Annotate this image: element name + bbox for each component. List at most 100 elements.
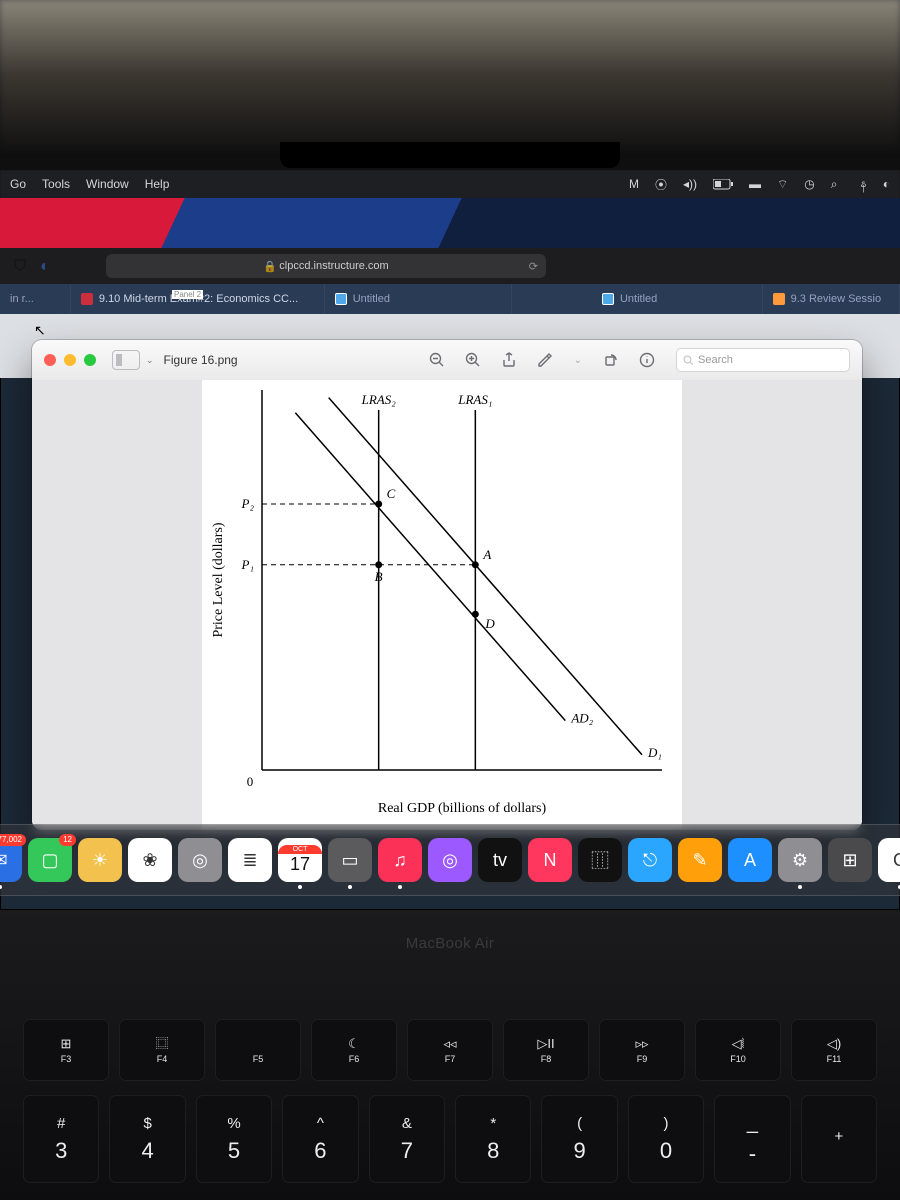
search-input[interactable]: Search — [676, 348, 850, 372]
key-f4[interactable]: ⿴ F4 — [120, 1020, 204, 1080]
key-+[interactable]: + — [802, 1096, 876, 1182]
tab-label: in r... — [10, 293, 34, 305]
dock-books[interactable]: ⎋ — [628, 838, 672, 882]
key-7[interactable]: &7 — [370, 1096, 444, 1182]
zoom-in-icon[interactable] — [464, 351, 482, 369]
chart-svg: Price Level (dollars)Real GDP (billions … — [202, 380, 682, 830]
brand-icon[interactable]: M — [629, 177, 639, 191]
dock-calendar[interactable]: OCT17 — [278, 838, 322, 882]
menu-go[interactable]: Go — [10, 177, 26, 191]
info-icon[interactable] — [638, 351, 656, 369]
menu-tools[interactable]: Tools — [42, 177, 70, 191]
rotate-icon[interactable] — [602, 351, 620, 369]
key-f3[interactable]: ⊞F3 — [24, 1020, 108, 1080]
dnd-icon: ☾ — [348, 1037, 360, 1050]
record-icon[interactable]: ⦿ — [655, 176, 667, 193]
tab-4[interactable]: 9.3 Review Sessio — [763, 284, 900, 314]
key-number: 6 — [314, 1138, 326, 1164]
key-8[interactable]: *8 — [456, 1096, 530, 1182]
dock-podcasts[interactable]: ◎ — [428, 838, 472, 882]
dock-launchpad[interactable]: ⊞ — [828, 838, 872, 882]
key-symbol: ( — [577, 1115, 582, 1132]
dock-mail[interactable]: ✉︎77,002 — [0, 838, 22, 882]
dock-music[interactable]: ♫ — [378, 838, 422, 882]
tab-1[interactable]: 9.10 Mid-term Exam#2: Economics CC... — [71, 284, 325, 314]
address-bar[interactable]: 🔒 clpccd.instructure.com ⟳ — [106, 254, 546, 278]
sidebar-toggle-icon[interactable] — [112, 350, 140, 370]
dock-freeform[interactable]: ✎ — [678, 838, 722, 882]
zoom-out-icon[interactable] — [428, 351, 446, 369]
key-f10[interactable]: ◁⦚F10 — [696, 1020, 780, 1080]
key-9[interactable]: (9 — [542, 1096, 616, 1182]
tab-3[interactable]: Untitled — [592, 284, 763, 314]
dock-stocks[interactable]: ⿲ — [578, 838, 622, 882]
dock-appletv[interactable]: tv — [478, 838, 522, 882]
zoom-button[interactable] — [84, 354, 96, 366]
traffic-lights — [44, 354, 96, 366]
shield-icon[interactable]: ⛉ — [14, 258, 30, 274]
key-label: F3 — [61, 1054, 72, 1064]
running-indicator — [798, 885, 802, 889]
page-banner — [0, 198, 900, 248]
photo-top-blur — [0, 0, 900, 150]
key-3[interactable]: #3 — [24, 1096, 98, 1182]
dock-facetime[interactable]: ▢12 — [28, 838, 72, 882]
preview-content: Price Level (dollars)Real GDP (billions … — [32, 380, 862, 830]
mute-icon: ◁⦚ — [732, 1037, 745, 1050]
number-key-row: #3$4%5^6&7*8(9)0_- + — [24, 1096, 876, 1182]
laptop-brand: MacBook Air — [406, 935, 495, 952]
battery-text-icon[interactable] — [713, 179, 733, 190]
key-symbol: # — [57, 1115, 65, 1132]
key-f6[interactable]: ☾F6 — [312, 1020, 396, 1080]
privacy-icon[interactable]: ◐ — [40, 258, 56, 274]
key-4[interactable]: $4 — [110, 1096, 184, 1182]
spotlight-icon: ⿴ — [155, 1037, 168, 1050]
dock-calendar-alt[interactable]: ☀︎ — [78, 838, 122, 882]
dock-notes[interactable]: ▭ — [328, 838, 372, 882]
minimize-button[interactable] — [64, 354, 76, 366]
dock-reminders[interactable]: ≣ — [228, 838, 272, 882]
badge: 12 — [59, 834, 76, 846]
key-label: F4 — [157, 1054, 168, 1064]
key-f7[interactable]: ◃◃F7 — [408, 1020, 492, 1080]
share-icon[interactable] — [500, 351, 518, 369]
dock-settings[interactable]: ⚙︎ — [778, 838, 822, 882]
clock-icon[interactable]: ◷ — [804, 177, 814, 191]
tab-2[interactable]: Untitled — [325, 284, 512, 314]
close-button[interactable] — [44, 354, 56, 366]
volume-icon[interactable]: ◂)) — [683, 177, 697, 191]
key-f11[interactable]: ◁)F11 — [792, 1020, 876, 1080]
chevron-down-icon[interactable]: ⌄ — [146, 355, 154, 366]
reload-icon[interactable]: ⟳ — [529, 260, 538, 273]
tab-0[interactable]: in r... — [0, 284, 71, 314]
key-5[interactable]: %5 — [197, 1096, 271, 1182]
key-f9[interactable]: ▹▹F9 — [600, 1020, 684, 1080]
siri-icon[interactable]: ◐ — [883, 177, 890, 191]
menu-window[interactable]: Window — [86, 177, 129, 191]
battery-icon[interactable]: ▬ — [749, 177, 761, 191]
key-f5[interactable]: ⿮F5 — [216, 1020, 300, 1080]
key-f8[interactable]: ▷IIF8 — [504, 1020, 588, 1080]
ytick-P₂: P₂ — [241, 496, 255, 511]
gray-margin-left — [32, 380, 202, 830]
key-symbol: + — [834, 1128, 843, 1145]
menu-help[interactable]: Help — [145, 177, 170, 191]
key--[interactable]: _- — [715, 1096, 789, 1182]
markup-icon[interactable] — [536, 351, 554, 369]
dock-settings-alt[interactable]: ◎ — [178, 838, 222, 882]
wifi-icon[interactable]: ⌔ — [777, 177, 788, 192]
key-6[interactable]: ^6 — [283, 1096, 357, 1182]
dock-news[interactable]: N — [528, 838, 572, 882]
origin-label: 0 — [247, 774, 254, 789]
key-number: 8 — [487, 1138, 499, 1164]
laptop-screen: Go Tools Window Help M ⦿ ◂)) ▬ ⌔ ◷ ⌕ �န ◐ ⛉… — [0, 170, 900, 910]
key-label: F5 — [253, 1054, 264, 1064]
dock-photos[interactable]: ❀ — [128, 838, 172, 882]
search-icon[interactable]: ⌕ — [831, 177, 838, 192]
key-label: F8 — [541, 1054, 552, 1064]
dock-chrome[interactable]: G — [878, 838, 900, 882]
control-center-icon[interactable]: �န — [854, 175, 867, 193]
key-number: - — [749, 1141, 756, 1167]
key-0[interactable]: )0 — [629, 1096, 703, 1182]
dock-appstore[interactable]: A — [728, 838, 772, 882]
